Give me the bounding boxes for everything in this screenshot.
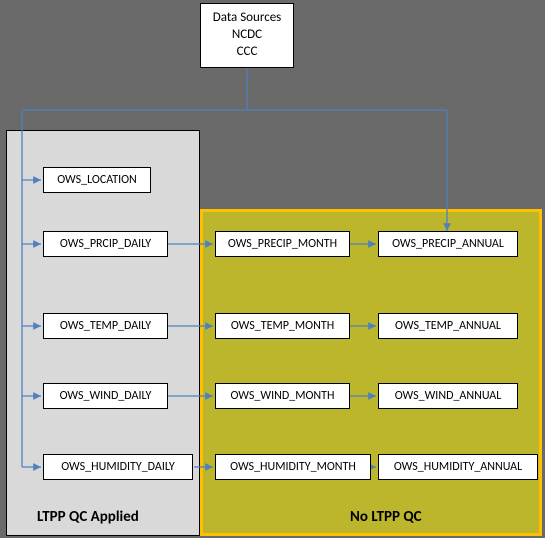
label-ows-temp-daily: OWS_TEMP_DAILY xyxy=(60,319,151,333)
node-ows-prcip-daily: OWS_PRCIP_DAILY xyxy=(43,231,168,257)
label-ows-prcip-daily: OWS_PRCIP_DAILY xyxy=(60,237,151,251)
data-sources-title: Data Sources xyxy=(213,10,282,27)
data-sources-ncdc: NCDC xyxy=(232,27,262,44)
node-data-sources: Data Sources NCDC CCC xyxy=(200,3,294,68)
text-ltpp-applied: LTPP QC Applied xyxy=(37,508,139,526)
label-ows-temp-month: OWS_TEMP_MONTH xyxy=(231,319,334,333)
node-ows-humidity-daily: OWS_HUMIDITY_DAILY xyxy=(43,454,193,480)
panel-label-applied: LTPP QC Applied xyxy=(37,508,139,526)
label-ows-humidity-annual: OWS_HUMIDITY_ANNUAL xyxy=(394,460,522,474)
label-ows-precip-annual: OWS_PRECIP_ANNUAL xyxy=(392,237,504,251)
label-ows-location: OWS_LOCATION xyxy=(57,173,137,187)
node-ows-temp-annual: OWS_TEMP_ANNUAL xyxy=(378,313,518,339)
label-ows-humidity-month: OWS_HUMIDITY_MONTH xyxy=(230,460,356,474)
node-ows-precip-annual: OWS_PRECIP_ANNUAL xyxy=(378,231,518,257)
node-ows-temp-month: OWS_TEMP_MONTH xyxy=(215,313,350,339)
node-ows-humidity-annual: OWS_HUMIDITY_ANNUAL xyxy=(378,454,538,480)
data-sources-ccc: CCC xyxy=(237,44,258,61)
node-ows-wind-daily: OWS_WIND_DAILY xyxy=(43,383,168,409)
label-ows-wind-annual: OWS_WIND_ANNUAL xyxy=(395,389,502,403)
label-ows-humidity-daily: OWS_HUMIDITY_DAILY xyxy=(61,460,175,474)
node-ows-location: OWS_LOCATION xyxy=(43,167,151,193)
panel-no-ltpp xyxy=(200,209,542,536)
node-ows-humidity-month: OWS_HUMIDITY_MONTH xyxy=(215,454,371,480)
text-no-ltpp: No LTPP QC xyxy=(350,508,422,526)
label-ows-temp-annual: OWS_TEMP_ANNUAL xyxy=(395,319,501,333)
node-ows-temp-daily: OWS_TEMP_DAILY xyxy=(43,313,168,339)
label-ows-precip-month: OWS_PRECIP_MONTH xyxy=(228,237,337,251)
label-ows-wind-month: OWS_WIND_MONTH xyxy=(230,389,334,403)
node-ows-precip-month: OWS_PRECIP_MONTH xyxy=(215,231,350,257)
node-ows-wind-month: OWS_WIND_MONTH xyxy=(215,383,350,409)
panel-label-noqc: No LTPP QC xyxy=(350,508,422,526)
diagram-canvas: Data Sources NCDC CCC OWS_LOCATION OWS_P… xyxy=(0,0,545,538)
node-ows-wind-annual: OWS_WIND_ANNUAL xyxy=(378,383,518,409)
label-ows-wind-daily: OWS_WIND_DAILY xyxy=(60,389,152,403)
